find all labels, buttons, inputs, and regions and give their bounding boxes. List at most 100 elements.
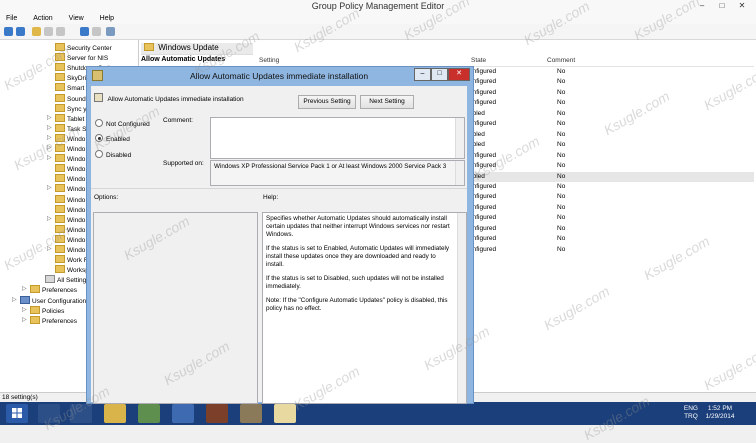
policy-editor-icon[interactable]	[274, 404, 296, 423]
forward-icon[interactable]	[16, 27, 25, 36]
expand-arrow-icon[interactable]: ▷	[22, 306, 27, 313]
supported-on-value: Windows XP Professional Service Pack 1 o…	[214, 163, 447, 170]
gp-management-icon[interactable]	[138, 404, 160, 423]
server-manager-icon[interactable]	[38, 404, 60, 423]
comment-scrollbar[interactable]	[455, 118, 464, 158]
tree-item[interactable]: Windo	[55, 164, 85, 174]
tree-item[interactable]: Task S	[55, 123, 87, 134]
tree-item[interactable]: Windo	[55, 194, 85, 205]
expand-arrow-icon[interactable]: ▷	[47, 124, 52, 131]
supported-scrollbar[interactable]	[455, 161, 464, 185]
maximize-button[interactable]: □	[712, 0, 732, 11]
tools-icon[interactable]	[240, 404, 262, 423]
close-button[interactable]: ✕	[732, 0, 752, 11]
clock-time: 1:52 PM	[707, 405, 733, 412]
tree-item[interactable]: Windo	[55, 234, 85, 245]
dialog-minimize-button[interactable]: –	[414, 68, 431, 81]
tree-item[interactable]: Windo	[55, 144, 85, 154]
menu-action[interactable]: Action	[33, 15, 52, 22]
tree-item[interactable]: Server for NIS	[55, 53, 108, 63]
tree-item[interactable]: Windo	[55, 133, 85, 144]
help-paragraph: Note: If the "Configure Automatic Update…	[266, 297, 448, 312]
radio-enabled[interactable]: Enabled	[95, 134, 130, 143]
next-setting-button[interactable]: Next Setting	[360, 95, 414, 109]
tree-item[interactable]: Sound	[55, 93, 86, 104]
tree-item[interactable]: Sync y	[55, 103, 87, 114]
expand-arrow-icon[interactable]: ▷	[12, 296, 17, 303]
help-scrollbar[interactable]	[457, 213, 466, 403]
help-paragraph: Specifies whether Automatic Updates shou…	[266, 215, 450, 238]
filter-icon[interactable]	[106, 27, 115, 36]
tree-item[interactable]: Windo	[55, 184, 85, 194]
clock-date: 1/29/2014	[705, 413, 735, 420]
expand-arrow-icon[interactable]: ▷	[47, 154, 52, 161]
expand-arrow-icon[interactable]: ▷	[47, 134, 52, 141]
menu-view[interactable]: View	[69, 15, 84, 22]
expand-arrow-icon[interactable]: ▷	[47, 245, 52, 252]
comment-field[interactable]	[210, 117, 465, 159]
language-indicator[interactable]: ENG TRQ	[684, 405, 698, 421]
minimize-button[interactable]: –	[692, 0, 712, 11]
toolbox-icon[interactable]	[206, 404, 228, 423]
dialog-close-button[interactable]: ✕	[448, 68, 470, 81]
radio-label: Not Configured	[106, 121, 150, 128]
show-hide-tree-icon[interactable]	[44, 27, 53, 36]
tree-item-label: Sound	[67, 95, 86, 103]
radio-not-configured[interactable]: Not Configured	[95, 119, 150, 128]
tree-item[interactable]: User Configuration	[20, 295, 86, 306]
tree-item[interactable]: All Setting	[45, 275, 86, 285]
expand-arrow-icon[interactable]: ▷	[47, 144, 52, 151]
tree-item[interactable]: Work F	[55, 255, 88, 265]
folder-icon	[55, 83, 65, 92]
expand-arrow-icon[interactable]: ▷	[47, 215, 52, 222]
tree-item[interactable]: Windo	[55, 214, 85, 225]
column-setting[interactable]: Setting	[259, 57, 279, 64]
tree-item[interactable]: Windo	[55, 224, 86, 235]
previous-setting-button[interactable]: Previous Setting	[298, 95, 356, 109]
help-icon[interactable]	[80, 27, 89, 36]
column-state[interactable]: State	[471, 57, 486, 64]
category-header: Windows Update	[141, 43, 253, 55]
menu-help[interactable]: Help	[100, 15, 114, 22]
tree-item[interactable]: Policies	[30, 305, 64, 316]
expand-arrow-icon[interactable]: ▷	[47, 114, 52, 121]
expand-arrow-icon[interactable]: ▷	[22, 316, 27, 323]
column-comment[interactable]: Comment	[547, 57, 575, 64]
expand-arrow-icon[interactable]: ▷	[47, 184, 52, 191]
dialog-maximize-button[interactable]: □	[431, 68, 448, 81]
expand-arrow-icon[interactable]: ▷	[22, 285, 27, 292]
ad-users-icon[interactable]	[172, 404, 194, 423]
comment-cell: No	[557, 214, 566, 222]
view-icon[interactable]	[92, 27, 101, 36]
tree-item-label: Windo	[67, 226, 86, 234]
tree-item[interactable]: Windo	[55, 154, 85, 164]
tree-item-label: Smart	[67, 85, 85, 93]
tree-item[interactable]: Windo	[55, 174, 85, 184]
folder-icon	[55, 234, 65, 243]
folder-icon	[55, 103, 65, 112]
up-folder-icon[interactable]	[32, 27, 41, 36]
tree-item[interactable]: Windo	[55, 245, 85, 255]
comment-cell: No	[557, 88, 566, 96]
clock[interactable]: 1:52 PM 1/29/2014	[700, 405, 740, 421]
start-button[interactable]	[6, 404, 28, 423]
menu-file[interactable]: File	[6, 15, 17, 22]
supported-on-field: Windows XP Professional Service Pack 1 o…	[210, 160, 465, 186]
tree-item[interactable]: Preferences	[30, 315, 77, 326]
file-explorer-icon[interactable]	[104, 404, 126, 423]
comment-cell: No	[557, 120, 566, 128]
properties-icon[interactable]	[56, 27, 65, 36]
tree-item[interactable]: Smart	[55, 83, 84, 93]
powershell-icon[interactable]	[70, 404, 92, 423]
tree-item[interactable]: Preferences	[30, 285, 77, 295]
tree-item[interactable]: Tablet	[55, 113, 84, 124]
radio-disabled[interactable]: Disabled	[95, 150, 131, 159]
tree-item-label: Windo	[67, 146, 86, 153]
tree-item[interactable]: Security Center	[55, 43, 112, 53]
folder-icon	[55, 174, 65, 183]
tree-item[interactable]: Windo	[55, 204, 85, 215]
tree-item[interactable]: Worksp	[55, 265, 89, 275]
folder-icon	[55, 224, 65, 233]
help-paragraph: If the status is set to Disabled, such u…	[266, 275, 444, 290]
back-icon[interactable]	[4, 27, 13, 36]
